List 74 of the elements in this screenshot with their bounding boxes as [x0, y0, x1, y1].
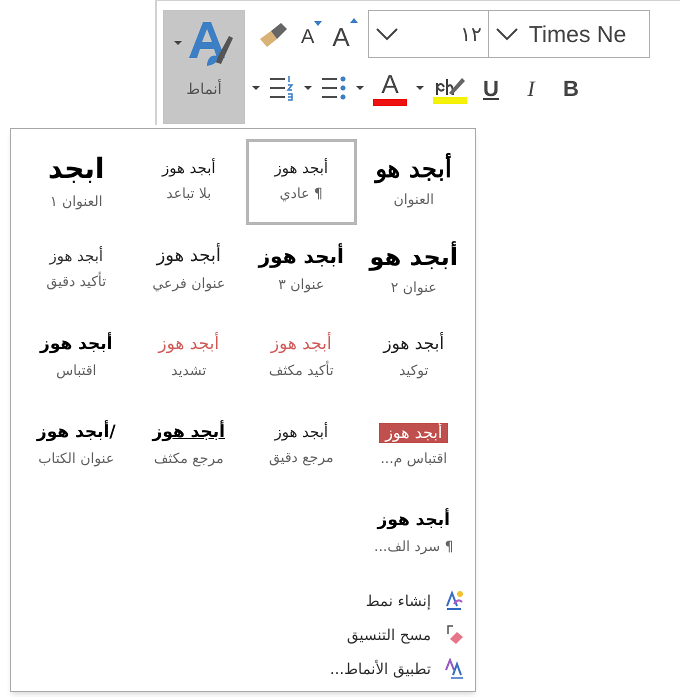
style-name: تأكيد مكثف	[268, 361, 334, 382]
numbered-list-icon[interactable]	[269, 74, 295, 102]
style-preview: /أبجد هوز	[36, 422, 116, 444]
style-tile[interactable]: أبجد هوز اقتباس م...	[358, 403, 469, 489]
style-preview: أبجد هوز	[274, 423, 328, 442]
create-style-icon	[445, 590, 465, 612]
style-tile[interactable]: أبجد هوز تأكيد دقيق	[21, 227, 132, 313]
italic-button[interactable]: I	[515, 72, 547, 104]
style-name: عنوان ٢	[390, 278, 437, 298]
style-name: عنوان فرعي	[152, 274, 226, 294]
style-preview: أبجد هو	[376, 154, 452, 184]
style-preview: أبجد هو	[370, 242, 458, 272]
style-name: اقتباس	[56, 362, 96, 382]
style-preview: أبجد هوز	[162, 159, 216, 178]
style-tile[interactable]: أبجد هوز ¶ عادي	[246, 139, 356, 225]
menu-item[interactable]: مسح التنسيق	[11, 621, 465, 649]
grow-font-button[interactable]: A	[332, 18, 358, 50]
eraser-icon	[445, 624, 465, 646]
style-preview: أبجد هوز	[378, 510, 450, 532]
style-preview: أبجد هوز	[383, 334, 444, 356]
style-name: ¶ عادي	[280, 184, 323, 204]
caret-icon[interactable]	[303, 83, 313, 93]
caret-icon[interactable]	[355, 83, 365, 93]
caret-icon[interactable]	[415, 83, 425, 93]
shrink-font-button[interactable]: A	[301, 21, 322, 47]
style-preview: أبجد هوز	[49, 247, 104, 266]
style-name: تأكيد دقيق	[46, 272, 106, 292]
style-tile[interactable]: أبجد هوز بلا تباعد	[134, 139, 244, 225]
menu-item[interactable]: إنشاء نمط	[11, 587, 465, 615]
style-preview: أبجد هوز	[40, 334, 112, 356]
styles-label: أنماط	[186, 78, 222, 100]
style-name: ¶ سرد الف...	[374, 538, 454, 558]
style-tile[interactable]: أبجد هوز تشديد	[134, 315, 244, 401]
caret-icon[interactable]	[173, 38, 183, 48]
style-tile[interactable]: أبجد هوز ¶ سرد الف...	[358, 491, 469, 577]
style-preview: أبجد هوز	[258, 244, 344, 269]
style-tile[interactable]: أبجد هوز توكيد	[358, 315, 469, 401]
font-color-button[interactable]: A	[373, 70, 407, 106]
caret-icon[interactable]	[251, 83, 261, 93]
style-tile[interactable]: أبجد هو العنوان	[358, 139, 469, 225]
style-name: مرجع مكثف	[154, 450, 224, 470]
bullet-list-icon[interactable]	[321, 74, 347, 102]
style-name: مرجع دقيق	[268, 448, 334, 468]
triangle-icon	[314, 21, 322, 27]
style-name: عنوان ٣	[278, 276, 324, 295]
style-tile[interactable]: أبجد هوز تأكيد مكثف	[246, 315, 356, 401]
triangle-icon	[350, 18, 358, 24]
style-tile[interactable]: /أبجد هوز عنوان الكتاب	[21, 403, 132, 489]
style-tile[interactable]: أبجد هوز عنوان فرعي	[134, 227, 244, 313]
style-preview: أبجد هوز	[158, 334, 220, 356]
style-preview: أبجد هوز	[156, 245, 221, 268]
styles-button[interactable]: أنماط	[163, 10, 245, 124]
underline-button[interactable]: U	[475, 72, 507, 104]
style-name: العنوان	[393, 190, 434, 210]
style-tile[interactable]: أبجد هوز مرجع مكثف	[134, 403, 244, 489]
apply-styles-icon	[445, 658, 465, 680]
style-preview: أبجد هوز	[270, 334, 332, 356]
style-tile[interactable]: أبجد هوز مرجع دقيق	[246, 403, 356, 489]
style-tile[interactable]: ابجد العنوان ١	[21, 139, 132, 225]
style-name: اقتباس م...	[380, 450, 448, 468]
style-tile[interactable]: أبجد هوز عنوان ٣	[246, 227, 356, 313]
menu-item[interactable]: تطبيق الأنماط...	[11, 655, 465, 683]
bold-button[interactable]: B	[555, 72, 587, 104]
style-preview: أبجد هوز	[274, 159, 328, 178]
style-name: العنوان ١	[50, 193, 103, 212]
style-preview: أبجد هوز	[152, 422, 225, 444]
style-name: توكيد	[399, 362, 428, 382]
style-tile[interactable]: أبجد هو عنوان ٢	[358, 227, 469, 313]
style-preview: ابجد	[48, 151, 104, 186]
style-preview: أبجد هوز	[379, 422, 448, 442]
style-tile[interactable]: أبجد هوز اقتباس	[21, 315, 132, 401]
style-name: عنوان الكتاب	[38, 450, 114, 470]
style-name: بلا تباعد	[166, 184, 212, 204]
style-name: تشديد	[171, 362, 206, 382]
